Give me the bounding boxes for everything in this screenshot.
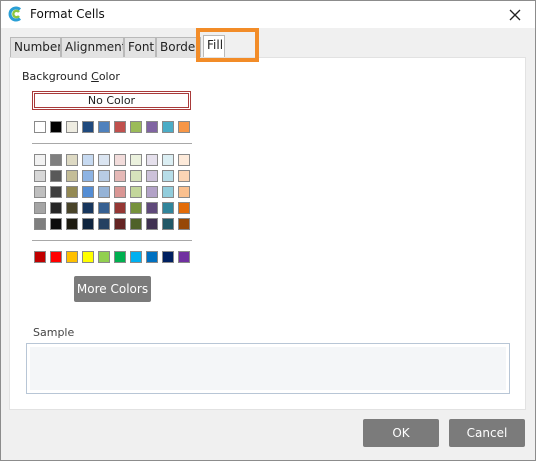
sample-label: Sample — [33, 326, 75, 339]
more-colors-button[interactable]: More Colors — [74, 276, 151, 302]
color-swatch[interactable] — [34, 251, 46, 263]
color-swatch[interactable] — [34, 186, 46, 198]
color-swatch[interactable] — [146, 202, 158, 214]
color-swatch[interactable] — [178, 121, 190, 133]
color-swatch[interactable] — [82, 170, 94, 182]
color-swatch[interactable] — [162, 170, 174, 182]
color-swatch[interactable] — [178, 170, 190, 182]
color-swatch[interactable] — [162, 251, 174, 263]
color-swatch[interactable] — [50, 218, 62, 230]
color-swatch[interactable] — [66, 121, 78, 133]
dialog-title: Format Cells — [30, 7, 105, 21]
title-bar: Format Cells — [1, 1, 535, 28]
color-swatch[interactable] — [82, 154, 94, 166]
color-swatch[interactable] — [130, 121, 142, 133]
tab-borders[interactable]: Borders — [156, 37, 201, 57]
color-swatch[interactable] — [114, 251, 126, 263]
color-swatch[interactable] — [146, 170, 158, 182]
color-swatch[interactable] — [162, 202, 174, 214]
color-swatch[interactable] — [50, 186, 62, 198]
color-swatch[interactable] — [162, 186, 174, 198]
color-swatch[interactable] — [82, 121, 94, 133]
color-swatch[interactable] — [162, 121, 174, 133]
color-swatch[interactable] — [114, 170, 126, 182]
color-swatch[interactable] — [114, 186, 126, 198]
color-swatch[interactable] — [146, 218, 158, 230]
color-swatch[interactable] — [50, 154, 62, 166]
color-swatch[interactable] — [130, 218, 142, 230]
color-swatch[interactable] — [66, 202, 78, 214]
sample-preview — [26, 343, 510, 394]
color-swatch[interactable] — [98, 154, 110, 166]
color-swatch[interactable] — [34, 154, 46, 166]
fill-tab-highlight — [196, 28, 259, 62]
color-swatch[interactable] — [178, 202, 190, 214]
color-swatch[interactable] — [82, 202, 94, 214]
color-swatch[interactable] — [82, 186, 94, 198]
color-swatch[interactable] — [162, 218, 174, 230]
palette-divider — [32, 240, 192, 241]
color-swatch[interactable] — [178, 218, 190, 230]
color-swatch[interactable] — [98, 186, 110, 198]
color-swatch[interactable] — [98, 218, 110, 230]
color-swatch[interactable] — [34, 121, 46, 133]
tab-font[interactable]: Font — [124, 37, 156, 57]
color-swatch[interactable] — [34, 218, 46, 230]
app-logo-icon — [8, 6, 21, 22]
ok-button[interactable]: OK — [363, 419, 439, 447]
color-swatch[interactable] — [34, 170, 46, 182]
color-swatch[interactable] — [98, 251, 110, 263]
color-swatch[interactable] — [50, 251, 62, 263]
color-swatch[interactable] — [82, 251, 94, 263]
color-swatch[interactable] — [114, 121, 126, 133]
color-swatch[interactable] — [82, 218, 94, 230]
color-swatch[interactable] — [114, 154, 126, 166]
color-swatch[interactable] — [130, 154, 142, 166]
color-swatch[interactable] — [178, 186, 190, 198]
color-swatch[interactable] — [162, 154, 174, 166]
background-color-label: Background Color — [22, 70, 120, 83]
color-swatch[interactable] — [98, 170, 110, 182]
color-swatch[interactable] — [98, 121, 110, 133]
color-swatch[interactable] — [146, 186, 158, 198]
color-swatch[interactable] — [50, 202, 62, 214]
color-swatch[interactable] — [178, 251, 190, 263]
close-icon — [509, 9, 521, 20]
color-swatch[interactable] — [178, 154, 190, 166]
color-swatch[interactable] — [66, 251, 78, 263]
tab-alignment[interactable]: Alignment — [61, 37, 124, 57]
color-swatch[interactable] — [130, 170, 142, 182]
color-swatch[interactable] — [130, 251, 142, 263]
color-swatch[interactable] — [50, 170, 62, 182]
no-color-label: No Color — [34, 93, 189, 108]
color-swatch[interactable] — [130, 202, 142, 214]
color-swatch[interactable] — [146, 251, 158, 263]
cancel-button[interactable]: Cancel — [449, 419, 525, 447]
close-button[interactable] — [495, 1, 535, 28]
color-swatch[interactable] — [66, 186, 78, 198]
color-swatch[interactable] — [146, 121, 158, 133]
color-swatch[interactable] — [34, 202, 46, 214]
tab-number[interactable]: Number — [10, 37, 61, 57]
sample-preview-fill — [30, 347, 506, 390]
color-swatch[interactable] — [130, 186, 142, 198]
color-swatch[interactable] — [114, 218, 126, 230]
color-swatch[interactable] — [98, 202, 110, 214]
no-color-button[interactable]: No Color — [32, 91, 191, 110]
color-swatch[interactable] — [66, 154, 78, 166]
color-swatch[interactable] — [66, 218, 78, 230]
color-swatch[interactable] — [114, 202, 126, 214]
color-swatch[interactable] — [50, 121, 62, 133]
color-swatch[interactable] — [146, 154, 158, 166]
color-swatch[interactable] — [66, 170, 78, 182]
palette-divider — [32, 143, 192, 144]
